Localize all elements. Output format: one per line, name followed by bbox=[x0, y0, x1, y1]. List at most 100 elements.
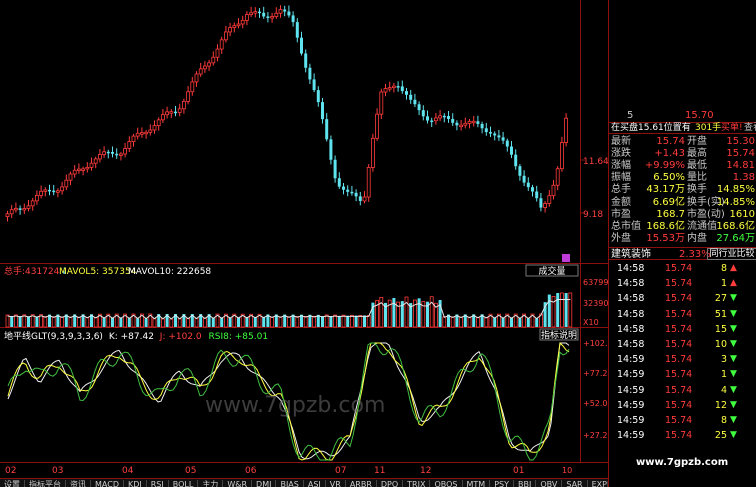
candle-body bbox=[459, 124, 464, 128]
candle-body bbox=[115, 153, 119, 156]
indicator-tab[interactable]: 主力 bbox=[198, 480, 224, 487]
candle-body bbox=[223, 31, 228, 41]
candle-body bbox=[131, 135, 136, 143]
volume-bar bbox=[295, 316, 300, 328]
indicator-tab[interactable]: RSI bbox=[147, 480, 169, 487]
indicator-tab[interactable]: BIAS bbox=[276, 480, 304, 487]
tick-row: 14:59 15.74 4 ▼ bbox=[609, 383, 756, 398]
indicator-tab[interactable]: PSY bbox=[490, 480, 514, 487]
quote-value: +1.43 bbox=[654, 148, 685, 160]
sector-name[interactable]: 建筑装饰 bbox=[611, 248, 651, 261]
candle-body bbox=[455, 122, 459, 126]
candle-body bbox=[207, 62, 212, 67]
indicator-tab[interactable]: 资讯 bbox=[66, 480, 91, 487]
kline-chart-area[interactable]: 11.64 9.18 总手:431724↓ MAVOL5: 357354 MAV… bbox=[0, 0, 608, 487]
candle-body bbox=[551, 184, 556, 197]
order-line-buy-link[interactable]: 买单! bbox=[721, 123, 743, 134]
volume-bar bbox=[363, 315, 366, 327]
date-axis-label: 06 bbox=[245, 466, 257, 476]
indicator-tab[interactable]: 设置 bbox=[0, 480, 25, 487]
candle-body bbox=[547, 195, 552, 204]
arrow-down-icon: ▼ bbox=[730, 399, 737, 410]
volume-bar bbox=[119, 318, 123, 327]
indicator-tab[interactable]: KDJ bbox=[124, 480, 147, 487]
sector-row: 建筑装饰 2.33% 同行业比较 bbox=[609, 247, 756, 260]
indicator-tab[interactable]: EXPMA bbox=[588, 480, 608, 487]
tick-volume: 8 bbox=[720, 263, 727, 274]
indicator-tab[interactable]: TRIX bbox=[403, 480, 431, 487]
indicator-tab[interactable]: MTM bbox=[463, 480, 491, 487]
candle-body bbox=[39, 190, 43, 196]
candle-body bbox=[85, 167, 90, 170]
quote-row: 总市值 168.6亿 流通值 168.6亿 bbox=[609, 221, 756, 232]
volume-bar bbox=[321, 316, 324, 327]
tick-row: 14:58 15.74 51 ▼ bbox=[609, 307, 756, 322]
volume-bar bbox=[51, 316, 56, 328]
arrow-down-icon: ▼ bbox=[730, 323, 737, 334]
indicator-tab[interactable]: ASI bbox=[304, 480, 326, 487]
indicator-tab[interactable]: W&R bbox=[223, 480, 253, 487]
indicator-tab[interactable]: MACD bbox=[91, 480, 124, 487]
indicator-tab[interactable]: OBOS bbox=[430, 480, 463, 487]
quote-value: 15.53万 bbox=[646, 232, 685, 244]
indicator-tab[interactable]: ARBR bbox=[346, 480, 377, 487]
candle-body bbox=[426, 116, 429, 121]
date-axis-label: 05 bbox=[185, 466, 196, 476]
indicator-tab[interactable]: SAR bbox=[562, 480, 588, 487]
candle-body bbox=[177, 108, 182, 113]
indicator-tab[interactable]: VR bbox=[326, 480, 346, 487]
indicator-tab[interactable]: DPO bbox=[377, 480, 404, 487]
candle-body bbox=[181, 100, 186, 110]
tick-volume: 1 bbox=[720, 278, 727, 290]
candle-body bbox=[198, 68, 203, 75]
tick-price: 15.74 bbox=[665, 430, 693, 442]
quote-label: 涨跌 bbox=[611, 148, 631, 160]
indicator-tab[interactable]: BOLL bbox=[169, 480, 199, 487]
tick-row: 14:58 15.74 27 ▼ bbox=[609, 291, 756, 306]
indicator-tab[interactable]: OBV bbox=[536, 480, 563, 487]
candle-body bbox=[127, 141, 132, 149]
volume-bar bbox=[93, 317, 98, 328]
volume-bar bbox=[518, 318, 522, 327]
candle-body bbox=[156, 119, 161, 127]
quote-value: +9.99% bbox=[644, 160, 685, 172]
candle-body bbox=[278, 9, 283, 14]
candle-body bbox=[219, 39, 224, 50]
arrow-up-icon: ▲ bbox=[730, 263, 737, 273]
candle-body bbox=[442, 115, 446, 118]
tick-row: 14:59 15.74 3 ▼ bbox=[609, 352, 756, 367]
tick-time: 14:58 bbox=[617, 278, 645, 290]
volume-bar bbox=[354, 315, 358, 327]
volume-bar bbox=[417, 298, 421, 327]
candle-body bbox=[18, 208, 22, 210]
order-line-detail-link[interactable]: 查看详细 bbox=[744, 123, 756, 134]
tick-volume: 8 bbox=[720, 415, 727, 426]
volume-bar bbox=[262, 317, 266, 327]
indicator-tab[interactable]: BBI bbox=[514, 480, 537, 487]
quote-label: 市盈 bbox=[611, 208, 631, 220]
tick-price: 15.74 bbox=[665, 369, 693, 381]
quote-value: 15.30 bbox=[726, 136, 755, 147]
candle-body bbox=[9, 209, 14, 215]
quote-label: 总市值 bbox=[611, 220, 641, 232]
candle-body bbox=[493, 133, 497, 136]
candle-body bbox=[539, 198, 543, 208]
candle-body bbox=[362, 196, 367, 202]
quote-row: 最新 15.74 开盘 15.30 bbox=[609, 136, 756, 147]
sector-compare-button[interactable]: 同行业比较 bbox=[707, 248, 756, 260]
volume-bar bbox=[136, 318, 140, 327]
candle-body bbox=[354, 192, 358, 197]
volume-bar bbox=[501, 317, 505, 327]
volume-bar bbox=[484, 317, 489, 328]
candle-body bbox=[484, 128, 488, 133]
volume-bar bbox=[450, 316, 455, 328]
candle-body bbox=[160, 114, 165, 121]
candle-body bbox=[510, 146, 513, 155]
candle-body bbox=[190, 81, 195, 93]
candle-body bbox=[13, 207, 18, 211]
indicator-tab[interactable]: 指标平台 bbox=[25, 480, 66, 487]
volume-hand-label: 总手: bbox=[4, 265, 25, 277]
indicator-tab[interactable]: DMI bbox=[252, 480, 277, 487]
candle-body bbox=[379, 91, 384, 115]
candle-body bbox=[236, 23, 241, 27]
